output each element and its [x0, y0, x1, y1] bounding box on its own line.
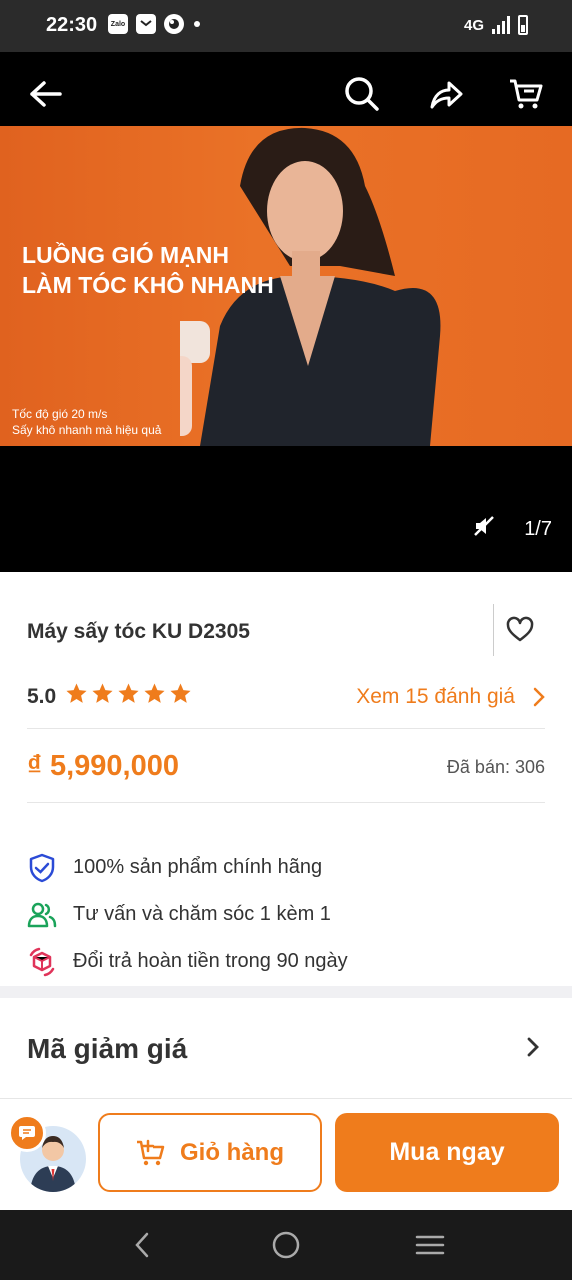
star-icon: [66, 683, 87, 703]
status-indicators: 4G: [464, 15, 528, 35]
add-to-cart-button[interactable]: Giỏ hàng: [98, 1113, 322, 1192]
product-price: ₫ 5,990,000: [27, 750, 179, 782]
chat-icon: [19, 1126, 35, 1140]
shield-check-icon: [27, 853, 57, 883]
menu-lines-icon: [415, 1235, 445, 1255]
product-image[interactable]: LUỒNG GIÓ MẠNH LÀM TÓC KHÔ NHANH Tốc độ …: [0, 126, 572, 446]
product-gallery[interactable]: LUỒNG GIÓ MẠNH LÀM TÓC KHÔ NHANH Tốc độ …: [0, 126, 572, 572]
chevron-right-icon: [533, 687, 545, 707]
system-home-button[interactable]: [266, 1230, 306, 1260]
cart-button[interactable]: [506, 74, 546, 114]
feature-text: Tư vấn và chăm sóc 1 kèm 1: [73, 903, 331, 925]
globe-icon: [164, 14, 184, 34]
home-circle-icon: [272, 1231, 300, 1259]
star-icon: [92, 683, 113, 703]
system-recents-button[interactable]: [410, 1230, 450, 1260]
mute-icon: [474, 516, 495, 536]
gallery-controls: 1/7: [472, 514, 552, 544]
return-box-icon: [27, 947, 57, 977]
add-to-cart-label: Giỏ hàng: [180, 1138, 284, 1166]
users-icon: [27, 900, 57, 930]
sold-count: Đã bán: 306: [446, 757, 545, 777]
divider: [0, 1098, 572, 1099]
system-back-button[interactable]: [122, 1230, 162, 1260]
battery-icon: [518, 15, 528, 35]
hero-headline-line2: LÀM TÓC KHÔ NHANH: [22, 272, 274, 298]
status-time: 22:30: [46, 14, 98, 36]
rating-row: 5.0 Xem 15 đánh giá: [27, 682, 545, 712]
more-notifications-dot: [194, 21, 200, 27]
add-cart-icon: [137, 1139, 165, 1165]
divider: [27, 728, 545, 729]
rating-score: 5.0: [27, 685, 57, 708]
coupon-title: Mã giảm giá: [27, 1033, 188, 1064]
search-icon: [345, 77, 379, 111]
back-triangle-icon: [135, 1232, 149, 1258]
section-separator: [0, 986, 572, 998]
zalo-icon: Zalo: [108, 14, 128, 34]
back-button[interactable]: [26, 74, 66, 114]
shopping-bag-icon: [136, 14, 156, 34]
view-reviews-label: Xem 15 đánh giá: [356, 685, 515, 708]
feature-item: Đổi trả hoàn tiền trong 90 ngày: [27, 938, 348, 985]
divider: [27, 802, 545, 803]
buy-now-label: Mua ngay: [389, 1138, 505, 1166]
arrow-left-icon: [30, 81, 62, 107]
chat-support-button[interactable]: [8, 1114, 88, 1194]
product-title: Máy sấy tóc KU D2305: [27, 620, 250, 643]
chat-badge: [8, 1114, 46, 1152]
favorite-button[interactable]: [506, 616, 534, 644]
share-button[interactable]: [426, 74, 466, 114]
star-icon: [170, 683, 191, 703]
bottom-action-bar: Giỏ hàng Mua ngay: [0, 1100, 572, 1210]
chevron-right-icon: [527, 1037, 539, 1057]
top-navigation: [0, 52, 572, 126]
rating-stars: [65, 682, 192, 705]
feature-text: Đổi trả hoàn tiền trong 90 ngày: [73, 950, 348, 972]
signal-icon: [492, 16, 510, 34]
hero-headline: LUỒNG GIÓ MẠNH LÀM TÓC KHÔ NHANH: [22, 240, 274, 300]
title-divider: [493, 604, 494, 656]
view-reviews-link[interactable]: Xem 15 đánh giá: [356, 685, 545, 709]
hero-headline-line1: LUỒNG GIÓ MẠNH: [22, 242, 229, 268]
hero-subtext: Tốc độ gió 20 m/s Sấy khô nhanh mà hiệu …: [12, 406, 161, 438]
hero-sub-line1: Tốc độ gió 20 m/s: [12, 407, 108, 421]
feature-list: 100% sản phẩm chính hãng Tư vấn và chăm …: [27, 844, 348, 985]
status-bar: 22:30 Zalo 4G: [0, 0, 572, 52]
mute-button[interactable]: [472, 514, 496, 544]
image-counter: 1/7: [524, 517, 552, 540]
coupon-section[interactable]: Mã giảm giá: [0, 998, 572, 1098]
feature-text: 100% sản phẩm chính hãng: [73, 856, 323, 878]
notification-icons: Zalo: [108, 14, 200, 34]
hero-sub-line2: Sấy khô nhanh mà hiệu quả: [12, 423, 162, 437]
star-icon: [118, 683, 139, 703]
share-icon: [430, 81, 463, 109]
feature-item: Tư vấn và chăm sóc 1 kèm 1: [27, 891, 348, 938]
buy-now-button[interactable]: Mua ngay: [335, 1113, 559, 1192]
search-button[interactable]: [342, 74, 382, 114]
cart-icon: [510, 79, 543, 109]
star-icon: [144, 683, 165, 703]
heart-icon: [506, 616, 534, 642]
feature-item: 100% sản phẩm chính hãng: [27, 844, 348, 891]
system-navigation-bar: [0, 1210, 572, 1280]
network-type: 4G: [463, 16, 484, 34]
